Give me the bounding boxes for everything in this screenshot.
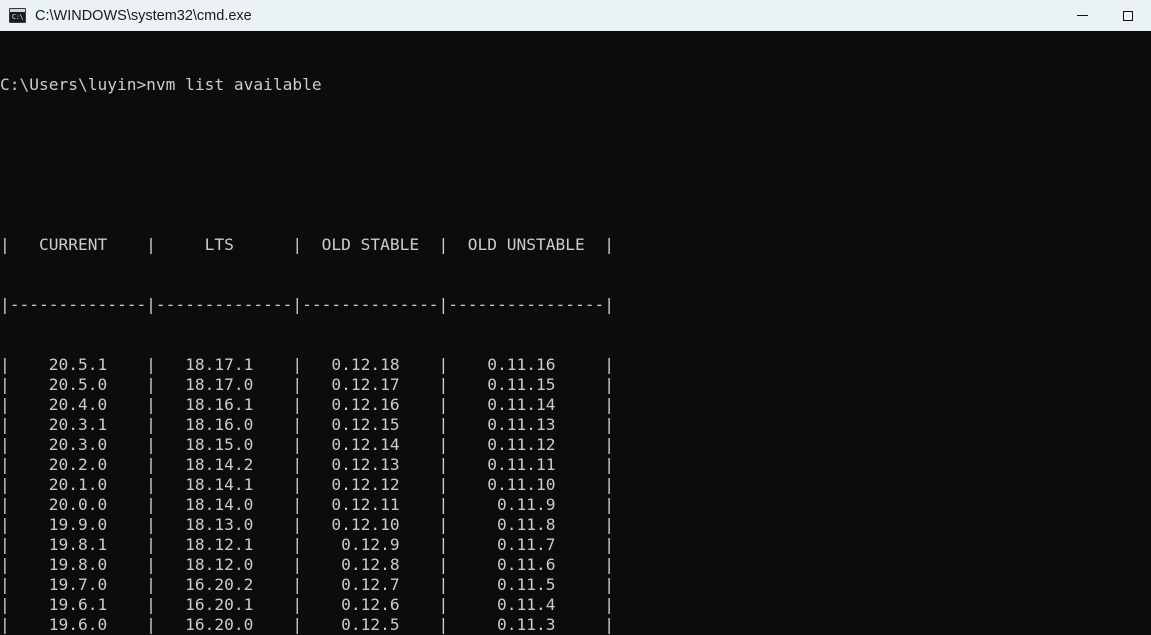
titlebar-left: C:\ C:\WINDOWS\system32\cmd.exe (0, 8, 252, 24)
table-row: | 20.2.0 | 18.14.2 | 0.12.13 | 0.11.11 | (0, 455, 614, 474)
maximize-icon (1123, 10, 1133, 21)
table-divider-row: |--------------|--------------|---------… (0, 295, 614, 314)
table-row: | 19.6.1 | 16.20.1 | 0.12.6 | 0.11.4 | (0, 595, 614, 614)
cmd-icon: C:\ (9, 8, 26, 23)
console-output[interactable]: C:\Users\luyin>nvm list available | CURR… (0, 31, 1151, 635)
table-row: | 19.8.1 | 18.12.1 | 0.12.9 | 0.11.7 | (0, 535, 614, 554)
table-header-row: | CURRENT | LTS | OLD STABLE | OLD UNSTA… (0, 235, 614, 254)
titlebar[interactable]: C:\ C:\WINDOWS\system32\cmd.exe (0, 0, 1151, 31)
minimize-button[interactable] (1059, 0, 1105, 31)
window-controls (1059, 0, 1151, 31)
versions-table: | CURRENT | LTS | OLD STABLE | OLD UNSTA… (0, 195, 1151, 635)
table-row: | 20.1.0 | 18.14.1 | 0.12.12 | 0.11.10 | (0, 475, 614, 494)
table-body: | 20.5.1 | 18.17.1 | 0.12.18 | 0.11.16 |… (0, 355, 1151, 635)
window-title: C:\WINDOWS\system32\cmd.exe (35, 7, 252, 24)
cmd-window: C:\ C:\WINDOWS\system32\cmd.exe C:\Users… (0, 0, 1151, 635)
table-row: | 19.7.0 | 16.20.2 | 0.12.7 | 0.11.5 | (0, 575, 614, 594)
table-row: | 20.0.0 | 18.14.0 | 0.12.11 | 0.11.9 | (0, 495, 614, 514)
cmd-icon-text: C:\ (11, 13, 24, 21)
table-row: | 20.5.0 | 18.17.0 | 0.12.17 | 0.11.15 | (0, 375, 614, 394)
table-row: | 20.5.1 | 18.17.1 | 0.12.18 | 0.11.16 | (0, 355, 614, 374)
table-row: | 20.3.0 | 18.15.0 | 0.12.14 | 0.11.12 | (0, 435, 614, 454)
minimize-icon (1076, 15, 1088, 16)
table-row: | 20.4.0 | 18.16.1 | 0.12.16 | 0.11.14 | (0, 395, 614, 414)
table-row: | 19.6.0 | 16.20.0 | 0.12.5 | 0.11.3 | (0, 615, 614, 634)
table-row: | 19.8.0 | 18.12.0 | 0.12.8 | 0.11.6 | (0, 555, 614, 574)
maximize-button[interactable] (1105, 0, 1151, 31)
command-line: C:\Users\luyin>nvm list available (0, 75, 322, 94)
table-row: | 20.3.1 | 18.16.0 | 0.12.15 | 0.11.13 | (0, 415, 614, 434)
table-row: | 19.9.0 | 18.13.0 | 0.12.10 | 0.11.8 | (0, 515, 614, 534)
